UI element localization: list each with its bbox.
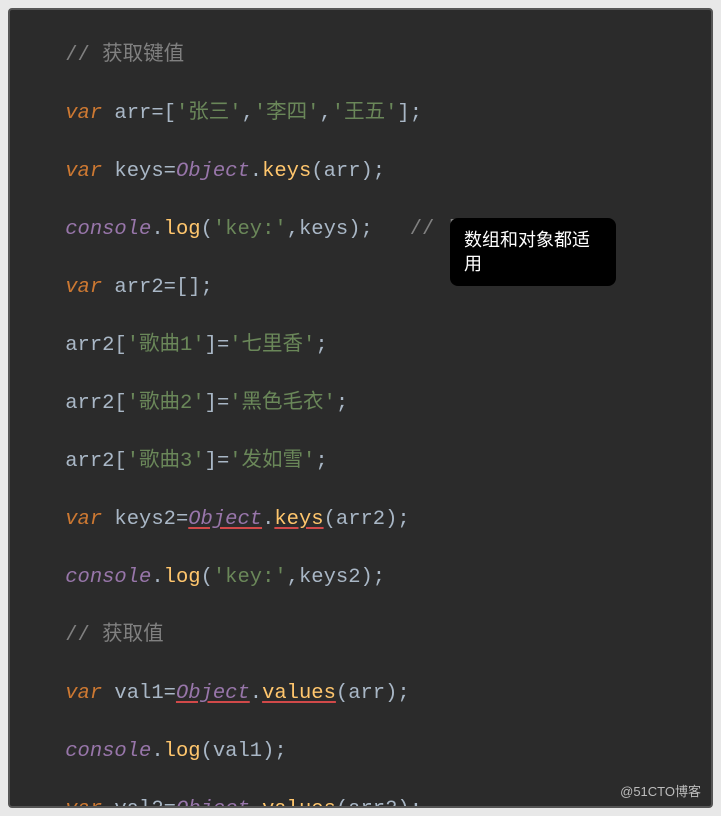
code-line: var val2=Object.values(arr2); (16, 795, 705, 808)
code-line: arr2['歌曲3']='发如雪'; (16, 447, 705, 476)
watermark-text: @51CTO博客 (620, 781, 701, 800)
code-line: console.log('key:',keys2); (16, 563, 705, 592)
editor-frame: // 获取键值 var arr=['张三','李四','王五']; var ke… (8, 8, 713, 808)
underlined-object: Object (176, 682, 250, 705)
code-line: var keys=Object.keys(arr); (16, 157, 705, 186)
underlined-object: Object (188, 508, 262, 531)
comment: // 获取键值 (65, 44, 184, 67)
tooltip-text: 数组和对象都适用 (464, 230, 590, 274)
code-line: arr2['歌曲2']='黑色毛衣'; (16, 389, 705, 418)
comment: // 获取值 (65, 624, 163, 647)
code-line: var val1=Object.values(arr); (16, 679, 705, 708)
code-line: var arr=['张三','李四','王五']; (16, 99, 705, 128)
code-block[interactable]: // 获取键值 var arr=['张三','李四','王五']; var ke… (16, 12, 705, 808)
code-line: // 获取键值 (16, 41, 705, 70)
code-line: var keys2=Object.keys(arr2); (16, 505, 705, 534)
annotation-tooltip: 数组和对象都适用 (450, 218, 616, 286)
underlined-method: keys (274, 508, 323, 531)
code-line: // 获取值 (16, 621, 705, 650)
code-line: console.log(val1); (16, 737, 705, 766)
code-line: arr2['歌曲1']='七里香'; (16, 331, 705, 360)
underlined-method: values (262, 682, 336, 705)
